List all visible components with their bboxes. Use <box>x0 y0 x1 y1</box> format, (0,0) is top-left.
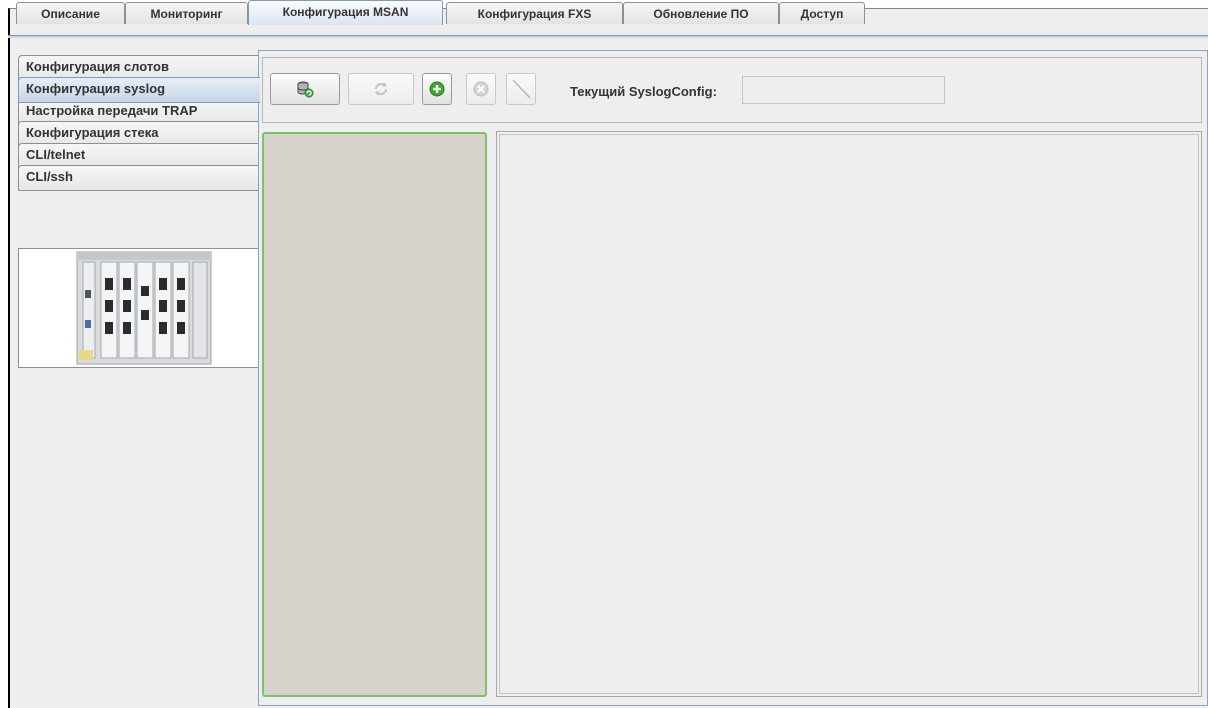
sidebar-tabs: Конфигурация слотов Конфигурация syslog … <box>18 55 260 191</box>
tab-fxs-config[interactable]: Конфигурация FXS <box>446 2 623 24</box>
refresh-icon <box>375 82 387 96</box>
syslog-config-details <box>496 131 1202 697</box>
sidebar-item-cli-ssh[interactable]: CLI/ssh <box>18 165 260 191</box>
tab-software-update[interactable]: Обновление ПО <box>623 2 779 24</box>
tab-access[interactable]: Доступ <box>779 2 865 24</box>
sidebar: Конфигурация слотов Конфигурация syslog … <box>10 38 260 706</box>
edit-icon <box>512 79 531 99</box>
edit-button[interactable] <box>506 73 536 105</box>
device-image-frame <box>18 248 260 368</box>
add-button[interactable] <box>422 73 452 105</box>
tab-msan-config[interactable]: Конфигурация MSAN <box>248 0 443 25</box>
tab-bar-underline <box>8 35 1208 38</box>
remove-button[interactable] <box>466 73 496 105</box>
remove-icon <box>473 81 489 97</box>
tab-monitoring[interactable]: Мониторинг <box>125 2 248 24</box>
refresh-button[interactable] <box>348 73 414 105</box>
tab-description[interactable]: Описание <box>16 2 125 24</box>
syslog-config-list[interactable] <box>262 132 487 697</box>
current-syslog-config-field[interactable] <box>742 76 945 104</box>
msan-chassis-image <box>76 251 212 365</box>
sidebar-item-syslog-config[interactable]: Конфигурация syslog <box>18 77 260 103</box>
database-refresh-button[interactable] <box>270 73 340 105</box>
add-icon <box>429 81 445 97</box>
current-syslog-config-label: Текущий SyslogConfig: <box>570 84 717 99</box>
database-refresh-icon <box>297 81 314 98</box>
